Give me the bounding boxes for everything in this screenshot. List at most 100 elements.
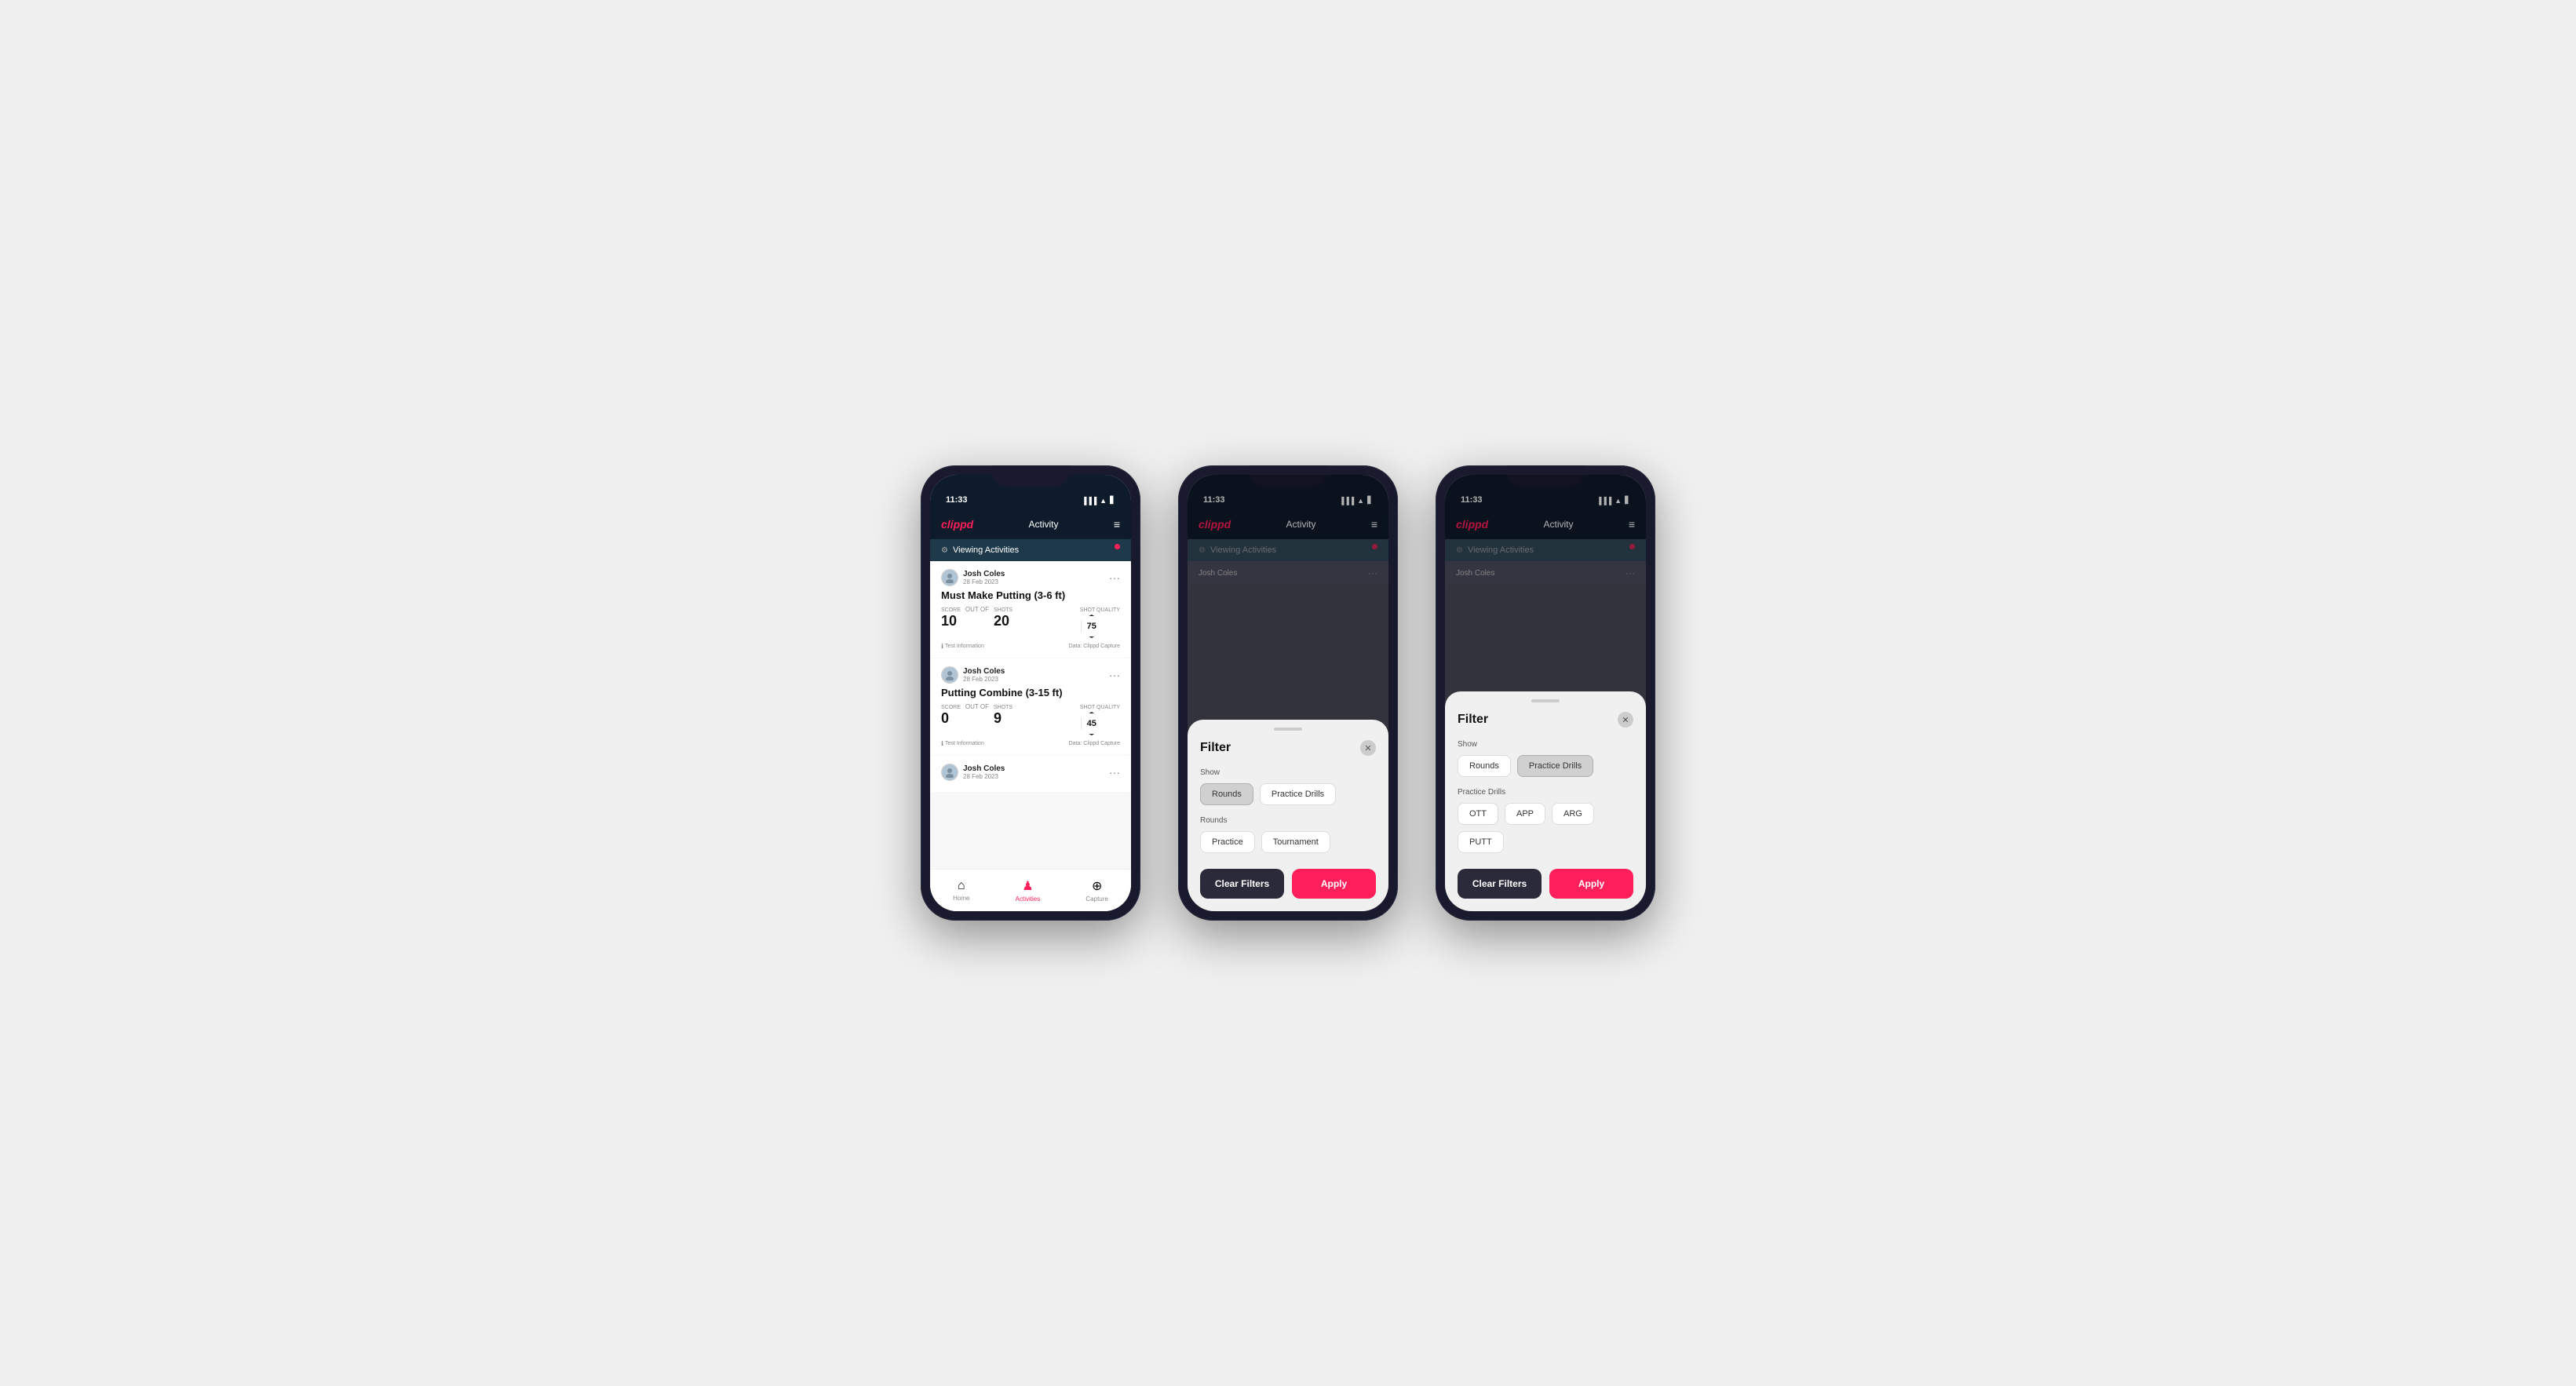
show-label-3: Show [1458, 740, 1633, 749]
phone-2-screen: 11:33 ▐▐▐ ▲ ▋ clippd Activity ≡ ⚙ Viewin… [1188, 475, 1388, 911]
modal-title-3: Filter [1458, 713, 1488, 727]
avatar-1 [941, 569, 958, 586]
capture-icon-1: ⊕ [1092, 878, 1102, 894]
avatar-inner-1 [942, 570, 958, 585]
filter-modal-3: Filter ✕ Show Rounds Practice Drills Pra… [1445, 691, 1646, 911]
user-info-1: Josh Coles 28 Feb 2023 [941, 569, 1005, 586]
ott-btn-3[interactable]: OTT [1458, 803, 1498, 825]
avatar-2 [941, 666, 958, 684]
practice-btn-2[interactable]: Practice [1200, 831, 1255, 853]
status-icons-1: ▐▐▐ ▲ ▋ [1082, 496, 1115, 505]
user-name-1: Josh Coles [963, 570, 1005, 578]
close-button-2[interactable]: ✕ [1360, 740, 1376, 756]
viewing-bar-text-1: Viewing Activities [953, 545, 1019, 555]
practice-drills-section-label-3: Practice Drills [1458, 788, 1633, 797]
clear-filters-btn-2[interactable]: Clear Filters [1200, 869, 1284, 899]
avatar-inner-2 [942, 667, 958, 683]
phone-1-screen: 11:33 ▐▐▐ ▲ ▋ clippd Activity ≡ ⚙ Viewin… [930, 475, 1131, 911]
user-name-2: Josh Coles [963, 667, 1005, 676]
shot-quality-2: Shot Quality 45 [1080, 705, 1120, 735]
activity-title-2: Putting Combine (3-15 ft) [941, 687, 1120, 698]
tournament-btn-2[interactable]: Tournament [1261, 831, 1330, 853]
avatar-inner-3 [942, 764, 958, 780]
nav-capture-1[interactable]: ⊕ Capture [1085, 878, 1107, 903]
user-date-3: 28 Feb 2023 [963, 773, 1005, 780]
rounds-btn-3[interactable]: Rounds [1458, 755, 1511, 777]
activity-footer-2: ℹ Test Information Data: Clippd Capture [941, 740, 1120, 747]
user-info-2: Josh Coles 28 Feb 2023 [941, 666, 1005, 684]
arg-btn-3[interactable]: ARG [1552, 803, 1594, 825]
viewing-bar-1[interactable]: ⚙ Viewing Activities [930, 539, 1131, 561]
modal-overlay-3: Filter ✕ Show Rounds Practice Drills Pra… [1445, 475, 1646, 911]
home-icon-1: ⌂ [958, 879, 965, 893]
home-label-1: Home [953, 895, 969, 902]
clear-filters-btn-3[interactable]: Clear Filters [1458, 869, 1542, 899]
header-title-1: Activity [1029, 519, 1059, 530]
modal-handle-3 [1531, 699, 1560, 702]
nav-home-1[interactable]: ⌂ Home [953, 879, 969, 902]
user-date-1: 28 Feb 2023 [963, 578, 1005, 585]
phone-3: 11:33 ▐▐▐ ▲ ▋ clippd Activity ≡ ⚙ Viewin… [1436, 465, 1655, 921]
filter-modal-2: Filter ✕ Show Rounds Practice Drills Rou… [1188, 720, 1388, 911]
menu-icon-1[interactable]: ≡ [1114, 518, 1120, 531]
dots-menu-3[interactable]: ··· [1109, 766, 1120, 779]
practice-drills-btn-3[interactable]: Practice Drills [1517, 755, 1593, 777]
sq-value-1: 75 [1080, 615, 1104, 638]
data-text-1: Data: Clippd Capture [1069, 644, 1120, 649]
stats-row-2: Score 0 OUT OF Shots 9 Shot Quality 45 [941, 703, 1120, 735]
score-value-2: 0 [941, 710, 949, 726]
rounds-btn-2[interactable]: Rounds [1200, 783, 1253, 805]
drills-options-3: OTT APP ARG PUTT [1458, 803, 1633, 853]
putt-btn-3[interactable]: PUTT [1458, 831, 1504, 853]
viewing-dot-1 [1115, 544, 1120, 549]
stats-row-1: Score 10 OUT OF Shots 20 Shot Quality 75 [941, 606, 1120, 638]
shots-label-1: Shots [994, 607, 1013, 613]
logo-1: clippd [941, 518, 973, 531]
info-text-2: ℹ Test Information [941, 740, 984, 747]
capture-label-1: Capture [1085, 895, 1107, 903]
out-of-2: OUT OF [965, 703, 989, 710]
activity-title-1: Must Make Putting (3-6 ft) [941, 589, 1120, 601]
apply-btn-3[interactable]: Apply [1549, 869, 1633, 899]
app-btn-3[interactable]: APP [1505, 803, 1545, 825]
rounds-section-label-2: Rounds [1200, 816, 1376, 825]
activity-header-2: Josh Coles 28 Feb 2023 ··· [941, 666, 1120, 684]
user-date-2: 28 Feb 2023 [963, 676, 1005, 683]
activities-label-1: Activities [1016, 895, 1041, 903]
phone-2: 11:33 ▐▐▐ ▲ ▋ clippd Activity ≡ ⚙ Viewin… [1178, 465, 1398, 921]
modal-header-2: Filter ✕ [1200, 740, 1376, 756]
apply-btn-2[interactable]: Apply [1292, 869, 1376, 899]
shots-value-1: 20 [994, 613, 1009, 629]
signal-icon: ▐▐▐ [1082, 497, 1096, 505]
score-label-2: Score [941, 705, 961, 710]
avatar-3 [941, 764, 958, 781]
dots-menu-2[interactable]: ··· [1109, 669, 1120, 681]
modal-title-2: Filter [1200, 741, 1231, 755]
nav-activities-1[interactable]: ♟ Activities [1016, 878, 1041, 903]
score-value-1: 10 [941, 613, 957, 629]
battery-icon: ▋ [1110, 496, 1115, 505]
sq-value-2: 45 [1080, 712, 1104, 735]
rounds-options-2: Practice Tournament [1200, 831, 1376, 853]
close-button-3[interactable]: ✕ [1618, 712, 1633, 728]
sq-label-2: Shot Quality [1080, 705, 1120, 710]
show-options-2: Rounds Practice Drills [1200, 783, 1376, 805]
dots-menu-1[interactable]: ··· [1109, 571, 1120, 584]
modal-handle-2 [1274, 728, 1302, 731]
activities-icon-1: ♟ [1022, 878, 1033, 894]
app-header-1: clippd Activity ≡ [930, 509, 1131, 539]
practice-drills-btn-2[interactable]: Practice Drills [1260, 783, 1336, 805]
activity-item-2[interactable]: Josh Coles 28 Feb 2023 ··· Putting Combi… [930, 658, 1131, 755]
user-info-3: Josh Coles 28 Feb 2023 [941, 764, 1005, 781]
data-text-2: Data: Clippd Capture [1069, 741, 1120, 746]
info-text-1: ℹ Test Information [941, 643, 984, 650]
show-label-2: Show [1200, 768, 1376, 777]
status-time-1: 11:33 [946, 495, 968, 505]
shots-value-2: 9 [994, 710, 1002, 726]
modal-actions-3: Clear Filters Apply [1458, 869, 1633, 899]
modal-header-3: Filter ✕ [1458, 712, 1633, 728]
activity-item-3[interactable]: Josh Coles 28 Feb 2023 ··· [930, 756, 1131, 792]
phone-1: 11:33 ▐▐▐ ▲ ▋ clippd Activity ≡ ⚙ Viewin… [921, 465, 1140, 921]
sq-label-1: Shot Quality [1080, 607, 1120, 613]
activity-item-1[interactable]: Josh Coles 28 Feb 2023 ··· Must Make Put… [930, 561, 1131, 658]
